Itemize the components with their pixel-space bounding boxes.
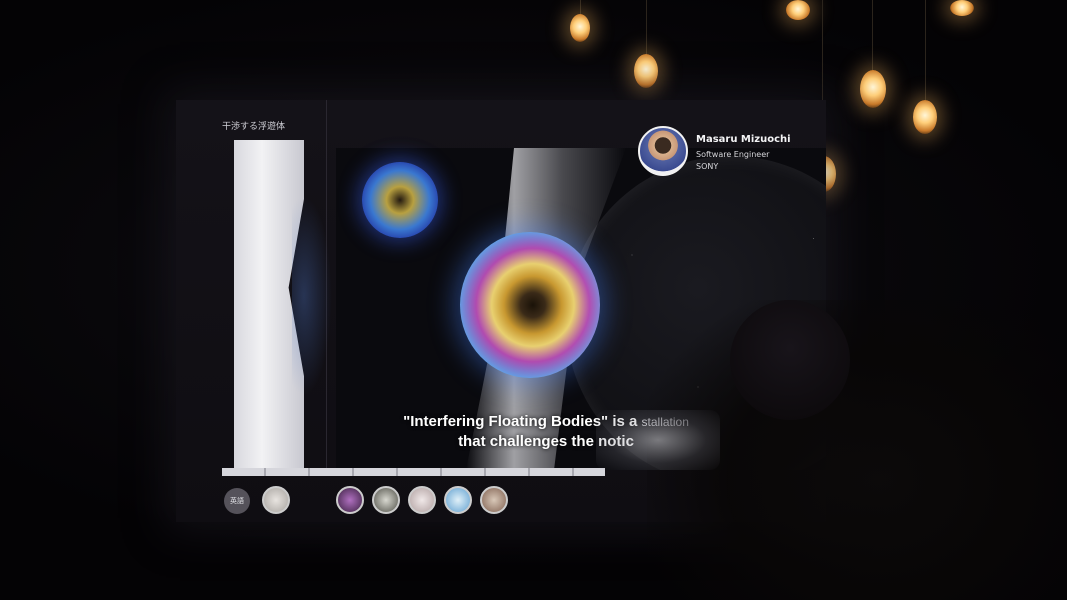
panel-shadow [292,196,332,396]
floating-orb-large [460,232,600,378]
phone-screen-glow [596,410,720,470]
participant-avatar[interactable] [444,486,472,514]
hanging-bulb-icon [913,100,937,134]
hanging-bulb-icon [950,0,974,16]
speaker-avatar [638,126,688,176]
participant-strip: 英語 [224,486,624,516]
bulb-wire [872,0,873,72]
speaker-role: Software Engineer [696,150,770,159]
speaker-card: Masaru Mizuochi Software Engineer SONY [638,126,818,182]
audience-head [730,300,850,420]
hanging-bulb-icon [570,14,590,42]
hanging-bulb-icon [860,70,886,108]
hanging-bulb-icon [786,0,810,20]
participant-avatar[interactable] [372,486,400,514]
slide-title: 干渉する浮遊体 [222,122,286,132]
speaker-name: Masaru Mizuochi [696,134,791,145]
hanging-bulb-icon [634,54,658,88]
participant-avatar[interactable] [408,486,436,514]
floating-orb-small [362,162,438,238]
participant-avatar[interactable] [480,486,508,514]
bulb-wire [646,0,647,58]
participant-avatar[interactable] [336,486,364,514]
language-badge[interactable]: 英語 [224,488,250,514]
speaker-org: SONY [696,162,719,171]
participant-avatar[interactable] [262,486,290,514]
bulb-wire [925,0,926,100]
filmstrip-bar [222,468,605,476]
